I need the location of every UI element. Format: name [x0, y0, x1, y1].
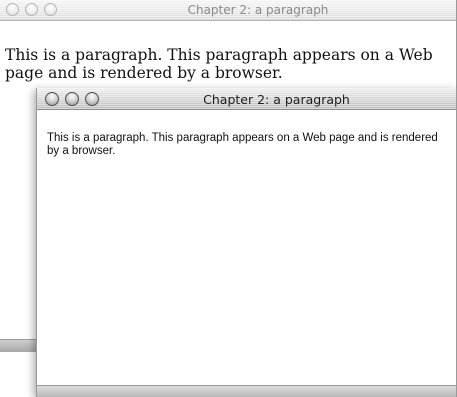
page-content-area: This is a paragraph. This paragraph appe… [37, 110, 456, 385]
window-titlebar[interactable]: Chapter 2: a paragraph [0, 0, 456, 21]
paragraph-text: This is a paragraph. This paragraph appe… [47, 132, 438, 157]
window-controls [6, 3, 57, 16]
browser-window-foreground[interactable]: Chapter 2: a paragraph This is a paragra… [36, 88, 457, 397]
window-bottom-bar [37, 385, 456, 397]
window-titlebar[interactable]: Chapter 2: a paragraph [37, 88, 456, 110]
minimize-button-icon[interactable] [65, 92, 79, 106]
paragraph-text: This is a paragraph. This paragraph appe… [5, 46, 433, 82]
minimize-button-icon[interactable] [25, 3, 38, 16]
window-controls [45, 92, 99, 106]
window-title: Chapter 2: a paragraph [187, 3, 329, 17]
close-button-icon[interactable] [45, 92, 59, 106]
close-button-icon[interactable] [6, 3, 19, 16]
zoom-button-icon[interactable] [44, 3, 57, 16]
window-title: Chapter 2: a paragraph [203, 92, 350, 107]
